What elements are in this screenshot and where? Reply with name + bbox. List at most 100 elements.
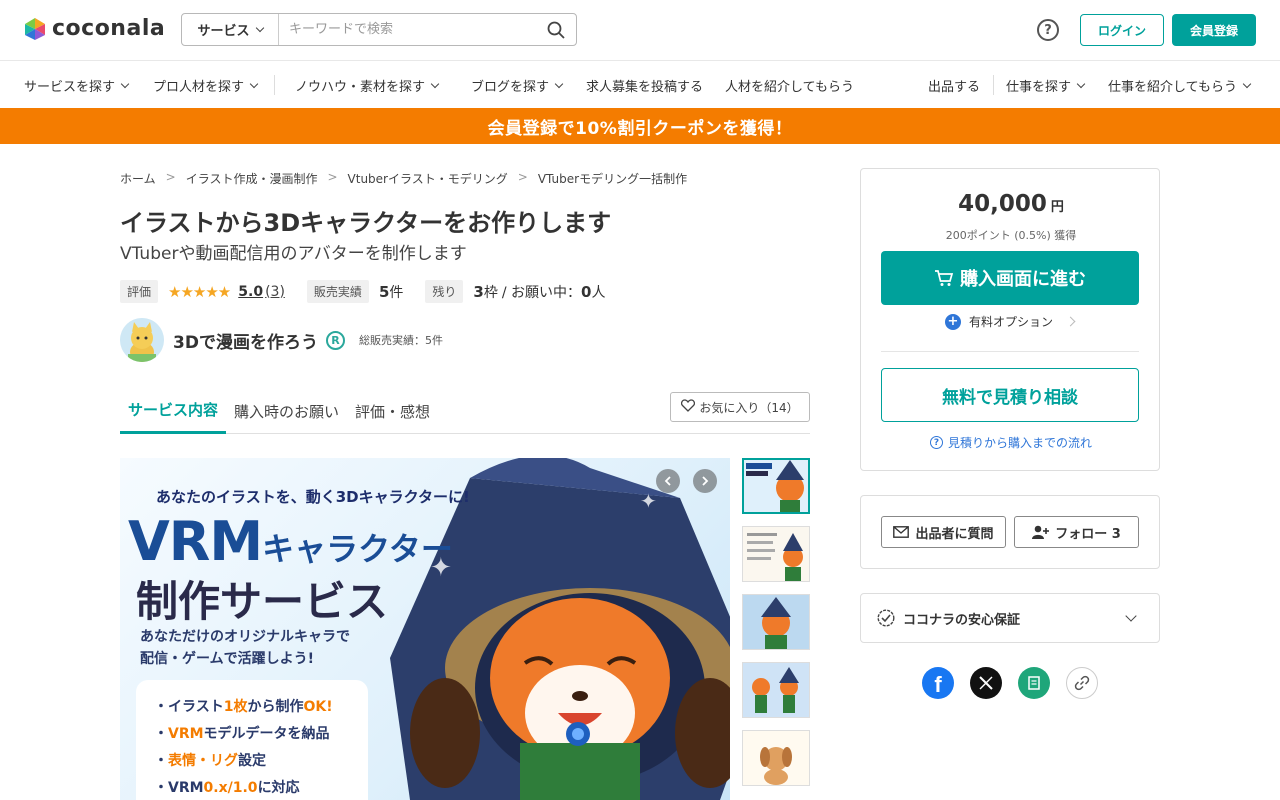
- chevron-right-icon: [702, 476, 709, 486]
- coupon-banner[interactable]: 会員登録で10%割引クーポンを獲得！: [0, 108, 1280, 144]
- nav-find-pros[interactable]: プロ人材を探す: [153, 61, 259, 109]
- guarantee-label: ココナラの安心保証: [903, 612, 1021, 628]
- hero-tagline: あなたのイラストを、動く3Dキャラクターに!: [156, 488, 470, 506]
- facebook-share-button[interactable]: f: [922, 667, 954, 699]
- buy-button-label: 購入画面に進む: [960, 269, 1086, 290]
- copy-link-button[interactable]: [1066, 667, 1098, 699]
- service-title: イラストから3Dキャラクターをお作りします: [120, 209, 612, 237]
- hero-description: あなただけのオリジナルキャラで 配信・ゲームで活躍しよう!: [140, 626, 350, 670]
- quote-flow-link[interactable]: ? 見積りから購入までの流れ: [861, 434, 1161, 451]
- chevron-down-icon: [1125, 610, 1137, 622]
- nav-sell[interactable]: 出品する: [928, 61, 980, 109]
- ask-seller-button[interactable]: 出品者に質問: [881, 516, 1006, 548]
- nav-refer-talent[interactable]: 人材を紹介してもらう: [725, 61, 854, 109]
- feature-highlight: 1枚: [223, 699, 248, 715]
- thumbnail-4[interactable]: [742, 662, 810, 718]
- rating-value[interactable]: 5.0: [238, 284, 263, 300]
- feature-text: ・VRM: [154, 780, 204, 796]
- ask-seller-label: 出品者に質問: [915, 526, 994, 542]
- hero-desc-line: 配信・ゲームで活躍しよう!: [140, 651, 314, 667]
- search-category-label: サービス: [197, 24, 250, 39]
- nav-post-job[interactable]: 求人募集を投稿する: [586, 61, 703, 109]
- feature-highlight: OK!: [303, 699, 333, 715]
- remaining-value: 3: [473, 282, 484, 301]
- free-quote-button[interactable]: 無料で見積り相談: [881, 368, 1139, 422]
- paid-options-link[interactable]: + 有料オプション: [945, 313, 1076, 330]
- chevron-down-icon: [554, 79, 564, 88]
- nav-label: ノウハウ・素材を探す: [295, 79, 426, 95]
- heart-icon: [681, 399, 696, 415]
- follow-button[interactable]: フォロー 3: [1014, 516, 1139, 548]
- chevron-left-icon: [664, 476, 671, 486]
- nav-divider: [274, 75, 275, 95]
- favorite-button[interactable]: お気に入り（14）: [670, 392, 810, 422]
- tab-purchase-notes[interactable]: 購入時のお願い: [234, 388, 339, 434]
- seller-info: 3Dで漫画を作ろう R 総販売実績：5件: [120, 318, 443, 362]
- nav-find-work[interactable]: 仕事を探す: [1006, 61, 1086, 109]
- hero-feature-item: ・VRM0.x/1.0に対応: [154, 775, 350, 800]
- nav-label: サービスを探す: [24, 79, 116, 95]
- seller-total-sales: 総販売実績：5件: [358, 334, 443, 347]
- chevron-down-icon: [1076, 79, 1086, 88]
- sales-tag: 販売実績: [306, 280, 369, 303]
- thumbnail-3[interactable]: [742, 594, 810, 650]
- search-category-select[interactable]: サービス: [182, 14, 279, 45]
- tab-service-details[interactable]: サービス内容: [120, 388, 227, 434]
- cart-icon: [935, 270, 954, 286]
- safety-guarantee-accordion[interactable]: ココナラの安心保証: [860, 593, 1160, 643]
- coconala-logo[interactable]: coconala: [24, 16, 165, 41]
- breadcrumb-illustration[interactable]: イラスト作成・漫画制作: [186, 170, 318, 187]
- nav-label: 仕事を紹介してもらう: [1108, 79, 1237, 95]
- login-button[interactable]: ログイン: [1080, 14, 1164, 46]
- nav-get-work-referred[interactable]: 仕事を紹介してもらう: [1108, 61, 1252, 109]
- thumbnail-5[interactable]: [742, 730, 810, 786]
- hero-feature-list: ・イラスト1枚から制作OK! ・VRMモデルデータを納品 ・表情・リグ設定 ・V…: [136, 680, 368, 800]
- feature-highlight: VRM: [168, 726, 204, 742]
- feature-text: ・イラスト: [154, 699, 224, 715]
- nav-label: プロ人材を探す: [153, 79, 245, 95]
- next-slide-button[interactable]: [693, 469, 717, 493]
- feature-text: 設定: [238, 753, 266, 769]
- thumbnail-2[interactable]: [742, 526, 810, 582]
- seller-avatar[interactable]: [120, 318, 164, 362]
- x-share-button[interactable]: [970, 667, 1002, 699]
- chevron-down-icon: [1242, 79, 1252, 88]
- hero-headline-vrm: VRM: [128, 510, 263, 573]
- nav-find-blogs[interactable]: ブログを探す: [471, 61, 564, 109]
- chevron-down-icon: [430, 79, 440, 88]
- tab-reviews[interactable]: 評価・感想: [355, 388, 430, 434]
- breadcrumb-vtuber-illust[interactable]: Vtuberイラスト・モデリング: [348, 170, 508, 187]
- requests-value: 0: [581, 282, 592, 301]
- paid-options-label: 有料オプション: [969, 315, 1054, 329]
- sales-unit: 件: [389, 284, 404, 301]
- nav-find-services[interactable]: サービスを探す: [24, 61, 130, 109]
- seller-name[interactable]: 3Dで漫画を作ろう: [173, 328, 318, 353]
- add-user-icon: [1032, 525, 1050, 539]
- service-main-image[interactable]: ✦ ✦ あなたのイラストを、動く3Dキャラクターに! VRMキャラクター 制作サ…: [120, 458, 730, 800]
- thumbnail-list: [742, 458, 810, 798]
- feature-text: ・: [154, 753, 168, 769]
- breadcrumb-separator: >: [327, 170, 338, 184]
- signup-button[interactable]: 会員登録: [1172, 14, 1256, 46]
- breadcrumb-vtuber-modeling[interactable]: VTuberモデリング一括制作: [538, 170, 687, 187]
- feature-text: に対応: [257, 780, 300, 796]
- top-header: coconala サービス ? ログイン 会員登録: [0, 0, 1280, 60]
- feature-highlight: 0.x/1.0: [203, 780, 258, 796]
- buy-button[interactable]: 購入画面に進む: [881, 251, 1139, 305]
- feature-text: から制作: [247, 699, 304, 715]
- feature-text: モデルデータを納品: [203, 726, 330, 742]
- nav-find-knowhow[interactable]: ノウハウ・素材を探す: [295, 61, 440, 109]
- points-earned: 200ポイント (0.5%) 獲得: [945, 229, 1077, 242]
- search-icon[interactable]: [536, 14, 576, 45]
- plus-icon: +: [945, 313, 961, 330]
- breadcrumb-home[interactable]: ホーム: [120, 170, 156, 187]
- help-icon[interactable]: ?: [1037, 19, 1059, 41]
- thumbnail-1[interactable]: [742, 458, 810, 514]
- rating-count[interactable]: (3): [265, 284, 285, 300]
- breadcrumb: ホーム > イラスト作成・漫画制作 > Vtuberイラスト・モデリング > V…: [120, 170, 687, 187]
- note-share-button[interactable]: [1018, 667, 1050, 699]
- nav-label: 人材を紹介してもらう: [725, 79, 854, 95]
- hero-headline: VRMキャラクター: [128, 510, 453, 573]
- prev-slide-button[interactable]: [656, 469, 680, 493]
- search-input[interactable]: [279, 14, 536, 45]
